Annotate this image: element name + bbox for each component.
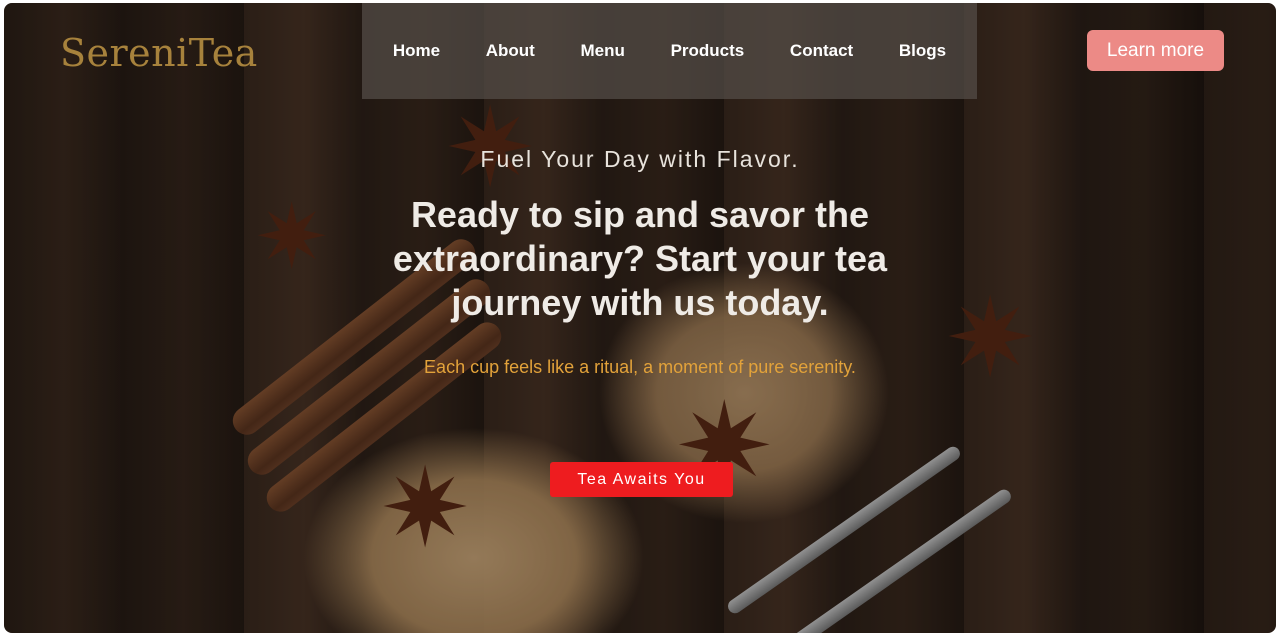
tea-awaits-button[interactable]: Tea Awaits You [550, 462, 733, 497]
hero-headline: Ready to sip and savor the extraordinary… [392, 194, 888, 323]
hero-background: ✷ ✷ ✷ ✷ ✷ SereniTea Home About Menu Prod… [4, 3, 1276, 633]
hero-tagline: Fuel Your Day with Flavor. [480, 146, 800, 172]
hero-section: Fuel Your Day with Flavor. Ready to sip … [4, 3, 1276, 633]
hero-subtext: Each cup feels like a ritual, a moment o… [424, 357, 856, 377]
